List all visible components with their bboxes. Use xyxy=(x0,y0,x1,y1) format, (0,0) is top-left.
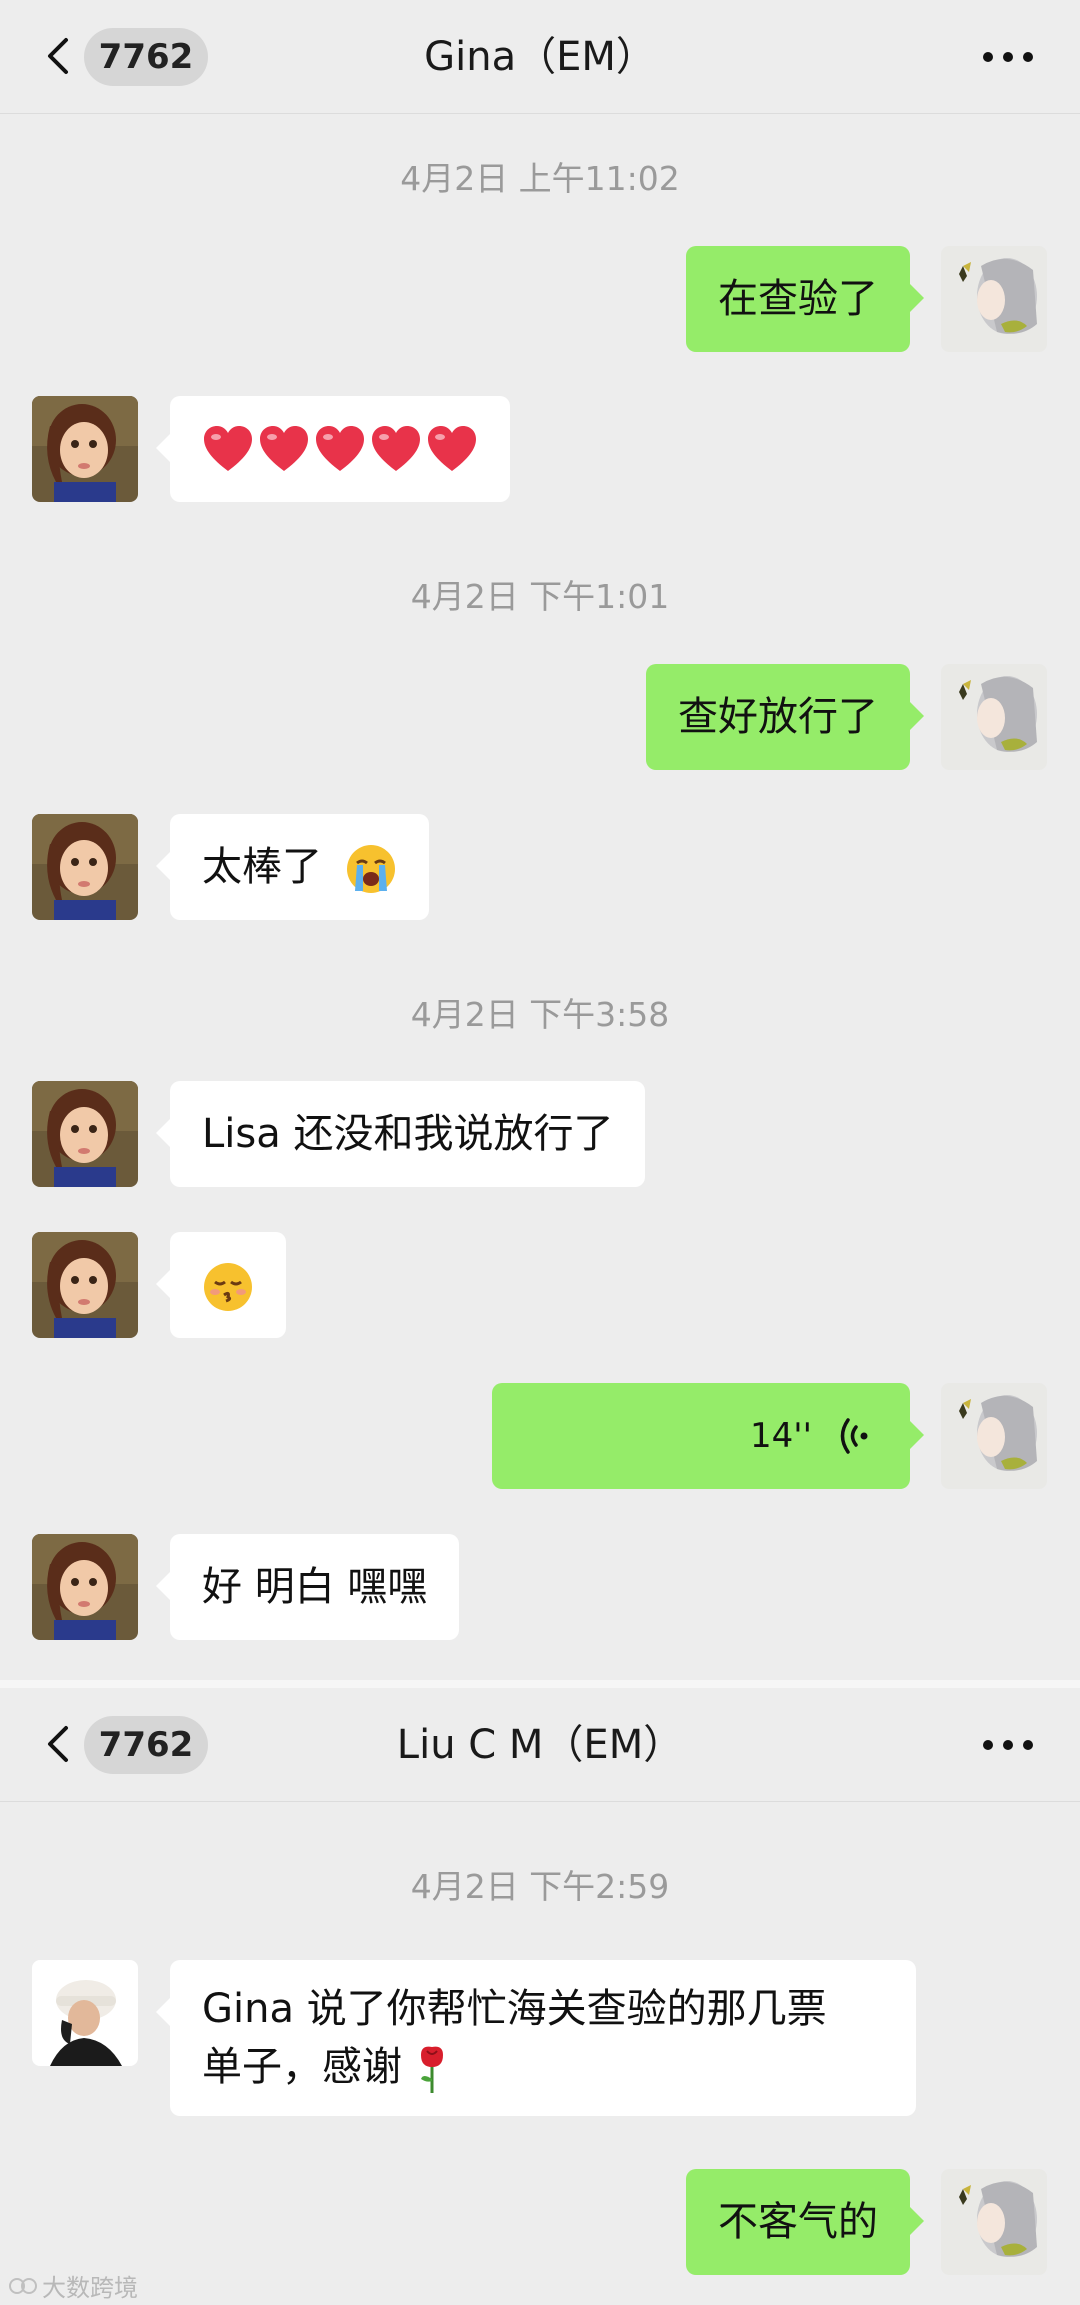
contact-avatar[interactable] xyxy=(32,814,138,920)
chat-panel-liu: 7762 Liu C M（EM） 4月2日 下午2:59 Gina 说了你帮忙海… xyxy=(0,1680,1080,2305)
chat-title: Gina（EM） xyxy=(424,34,656,80)
timestamp: 4月2日 下午2:59 xyxy=(410,1867,670,1906)
message-text: 太棒了 xyxy=(202,844,322,890)
red-heart-icon xyxy=(370,425,422,473)
message-bubble-in[interactable]: 好 明白 嘿嘿 xyxy=(155,1534,460,1640)
contact-avatar[interactable] xyxy=(32,396,138,502)
timestamp: 4月2日 下午1:01 xyxy=(410,577,670,616)
message-text: Gina 说了你帮忙海关查验的那几票 xyxy=(202,1986,827,2032)
message-bubble-in[interactable]: Gina 说了你帮忙海关查验的那几票 单子，感谢 xyxy=(156,1960,916,2116)
message-bubble-in[interactable]: Lisa 还没和我说放行了 xyxy=(155,1081,646,1187)
timestamp: 4月2日 上午11:02 xyxy=(400,159,680,198)
nav-bar: 7762 Gina（EM） xyxy=(0,0,1080,114)
contact-avatar[interactable] xyxy=(32,1960,138,2066)
voice-duration: 14'' xyxy=(750,1416,812,1456)
unread-count-badge[interactable]: 7762 xyxy=(84,28,208,86)
my-avatar[interactable] xyxy=(941,2169,1047,2275)
back-icon[interactable] xyxy=(38,34,82,78)
message-bubble-out[interactable]: 在查验了 xyxy=(686,246,924,352)
message-bubble-in[interactable] xyxy=(156,1232,286,1338)
nav-bar: 7762 Liu C M（EM） xyxy=(0,1688,1080,1802)
message-bubble-out[interactable]: 查好放行了 xyxy=(646,664,924,770)
heart-emoji-group xyxy=(202,396,478,502)
my-avatar[interactable] xyxy=(941,246,1047,352)
watermark-logo-icon xyxy=(9,2277,37,2294)
my-avatar[interactable] xyxy=(941,1383,1047,1489)
contact-avatar[interactable] xyxy=(32,1534,138,1640)
timestamp: 4月2日 下午3:58 xyxy=(410,995,670,1034)
kissing-face-closed-eyes-icon xyxy=(204,1263,252,1311)
contact-avatar[interactable] xyxy=(32,1081,138,1187)
more-icon[interactable] xyxy=(978,34,1038,80)
back-icon[interactable] xyxy=(38,1722,82,1766)
watermark: 大数跨境 xyxy=(8,2268,138,2303)
red-heart-icon xyxy=(314,425,366,473)
chat-title: Liu C M（EM） xyxy=(396,1722,684,1768)
message-bubble-out[interactable]: 不客气的 xyxy=(686,2169,924,2275)
message-bubble-in[interactable] xyxy=(156,396,510,502)
loudly-crying-face-icon xyxy=(346,845,395,893)
watermark-text: 大数跨境 xyxy=(42,2274,138,2302)
message-bubble-in[interactable]: 太棒了 xyxy=(156,814,429,920)
my-avatar[interactable] xyxy=(941,664,1047,770)
more-icon[interactable] xyxy=(978,1722,1038,1768)
message-text: 单子，感谢 xyxy=(202,2044,402,2090)
contact-avatar[interactable] xyxy=(32,1232,138,1338)
chat-panel-gina: 7762 Gina（EM） 4月2日 上午11:02 在查验了 4月2日 下午1… xyxy=(0,0,1080,1680)
voice-message-bubble[interactable]: 14'' xyxy=(492,1383,924,1489)
unread-count-badge[interactable]: 7762 xyxy=(84,1716,208,1774)
rose-icon xyxy=(420,2046,443,2093)
red-heart-icon xyxy=(202,425,254,473)
red-heart-icon xyxy=(426,425,478,473)
red-heart-icon xyxy=(258,425,310,473)
voice-wave-icon xyxy=(840,1418,868,1454)
